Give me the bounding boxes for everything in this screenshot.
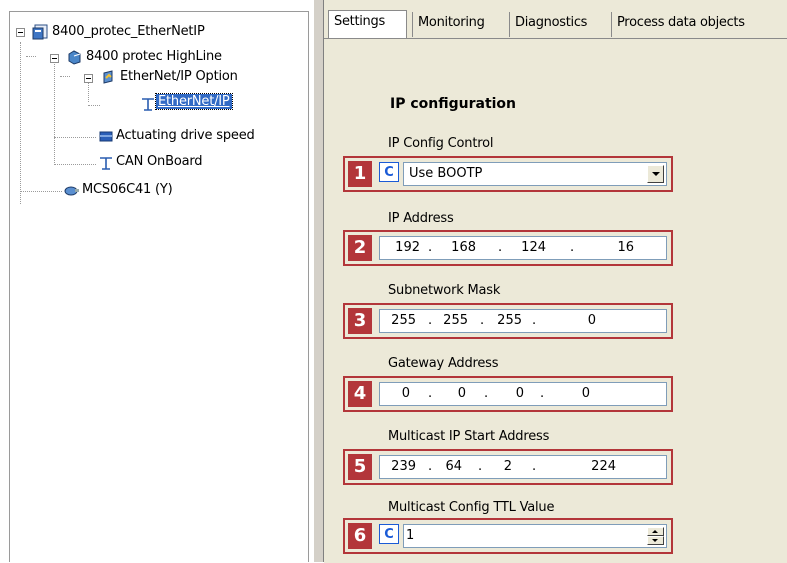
subnet-mask-group: 3 255. 255. 255. 0 <box>343 303 673 339</box>
ip-octet[interactable]: 0 <box>426 386 466 401</box>
ip-octet[interactable]: 239 <box>376 459 416 474</box>
multicast-ttl-group: 6 C 1 <box>343 518 673 554</box>
module-icon <box>103 70 113 84</box>
tree-item-option[interactable]: EtherNet/IP Option <box>120 69 238 84</box>
tree-item-can[interactable]: CAN OnBoard <box>116 154 203 169</box>
ip-address-group: 2 192. 168. 124. 16 <box>343 230 673 266</box>
number-badge: 5 <box>348 454 372 480</box>
tree-item-motor[interactable]: MCS06C41 (Y) <box>82 182 173 197</box>
tree-item-project[interactable]: 8400_protec_EtherNetIP <box>52 24 205 39</box>
project-icon <box>32 24 48 40</box>
ip-octet[interactable]: 124 <box>506 240 546 255</box>
tree-line <box>20 42 21 204</box>
tree-line <box>54 60 55 165</box>
multicast-start-group: 5 239. 64. 2. 224 <box>343 449 673 485</box>
number-badge: 3 <box>348 308 372 334</box>
ip-address-label: IP Address <box>388 211 454 226</box>
number-badge: 4 <box>348 381 372 407</box>
c-icon[interactable]: C <box>379 162 399 182</box>
ip-octet[interactable]: 255 <box>428 313 468 328</box>
motor-icon <box>64 186 79 196</box>
drive-icon <box>68 50 81 65</box>
number-badge: 6 <box>348 523 372 549</box>
ip-config-control-select[interactable]: Use BOOTP <box>403 162 667 186</box>
panel-splitter[interactable] <box>313 0 324 562</box>
multicast-ttl-label: Multicast Config TTL Value <box>388 500 555 515</box>
octet-separator: . <box>532 313 537 328</box>
project-tree[interactable]: 8400_protec_EtherNetIP 8400 protec HighL… <box>9 11 309 562</box>
spinner <box>647 527 664 545</box>
c-icon[interactable]: C <box>379 524 399 544</box>
octet-separator: . <box>570 240 575 255</box>
ip-octet[interactable]: 16 <box>594 240 634 255</box>
function-icon <box>99 131 113 142</box>
tree-item-device[interactable]: 8400 protec HighLine <box>86 49 222 64</box>
collapse-option-icon[interactable] <box>84 74 93 83</box>
multicast-start-label: Multicast IP Start Address <box>388 429 550 444</box>
tree-line <box>88 105 100 106</box>
ip-octet[interactable]: 64 <box>422 459 462 474</box>
spin-up-icon[interactable] <box>647 527 664 536</box>
multicast-ttl-value: 1 <box>406 528 415 543</box>
number-badge: 2 <box>348 235 372 261</box>
ip-octet[interactable]: 192 <box>380 240 420 255</box>
ip-address-input[interactable]: 192. 168. 124. 16 <box>379 236 667 260</box>
ip-config-control-value: Use BOOTP <box>409 166 483 181</box>
tab-settings[interactable]: Settings <box>328 10 407 38</box>
subnet-mask-input[interactable]: 255. 255. 255. 0 <box>379 309 667 333</box>
collapse-root-icon[interactable] <box>16 28 25 37</box>
gateway-input[interactable]: 0. 0. 0. 0 <box>379 382 667 406</box>
ip-config-control-group: 1 C Use BOOTP <box>343 156 673 192</box>
ip-octet[interactable]: 255 <box>376 313 416 328</box>
network-icon <box>142 98 154 111</box>
tree-line <box>54 137 96 138</box>
tree-line <box>20 191 62 192</box>
ip-octet[interactable]: 0 <box>556 313 596 328</box>
tree-line <box>54 164 96 165</box>
octet-separator: . <box>540 386 545 401</box>
tree-item-ethernetip[interactable]: EtherNet/IP <box>155 93 233 110</box>
multicast-start-input[interactable]: 239. 64. 2. 224 <box>379 455 667 479</box>
network-icon <box>100 157 112 170</box>
ip-octet[interactable]: 0 <box>484 386 524 401</box>
ip-octet[interactable]: 0 <box>370 386 410 401</box>
section-title: IP configuration <box>390 96 517 112</box>
octet-separator: . <box>428 240 433 255</box>
number-badge: 1 <box>348 161 372 187</box>
ip-octet[interactable]: 255 <box>482 313 522 328</box>
tree-line <box>26 56 36 57</box>
ip-octet[interactable]: 2 <box>472 459 512 474</box>
octet-separator: . <box>532 459 537 474</box>
ip-octet[interactable]: 0 <box>550 386 590 401</box>
tree-item-speed[interactable]: Actuating drive speed <box>116 128 255 143</box>
multicast-ttl-spinbox[interactable]: 1 <box>403 524 667 548</box>
tab-monitoring[interactable]: Monitoring <box>412 12 502 37</box>
spin-down-icon[interactable] <box>647 536 664 545</box>
ip-octet[interactable]: 168 <box>436 240 476 255</box>
gateway-group: 4 0. 0. 0. 0 <box>343 376 673 412</box>
tab-diagnostics[interactable]: Diagnostics <box>509 12 604 37</box>
ip-config-control-label: IP Config Control <box>388 136 494 151</box>
tree-line <box>88 80 89 102</box>
ip-octet[interactable]: 224 <box>576 459 616 474</box>
collapse-device-icon[interactable] <box>50 54 59 63</box>
chevron-down-icon[interactable] <box>647 165 664 183</box>
tab-process-data-objects[interactable]: Process data objects <box>611 12 787 37</box>
subnet-mask-label: Subnetwork Mask <box>388 283 501 298</box>
octet-separator: . <box>498 240 503 255</box>
tree-line <box>60 76 70 77</box>
gateway-label: Gateway Address <box>388 356 499 371</box>
